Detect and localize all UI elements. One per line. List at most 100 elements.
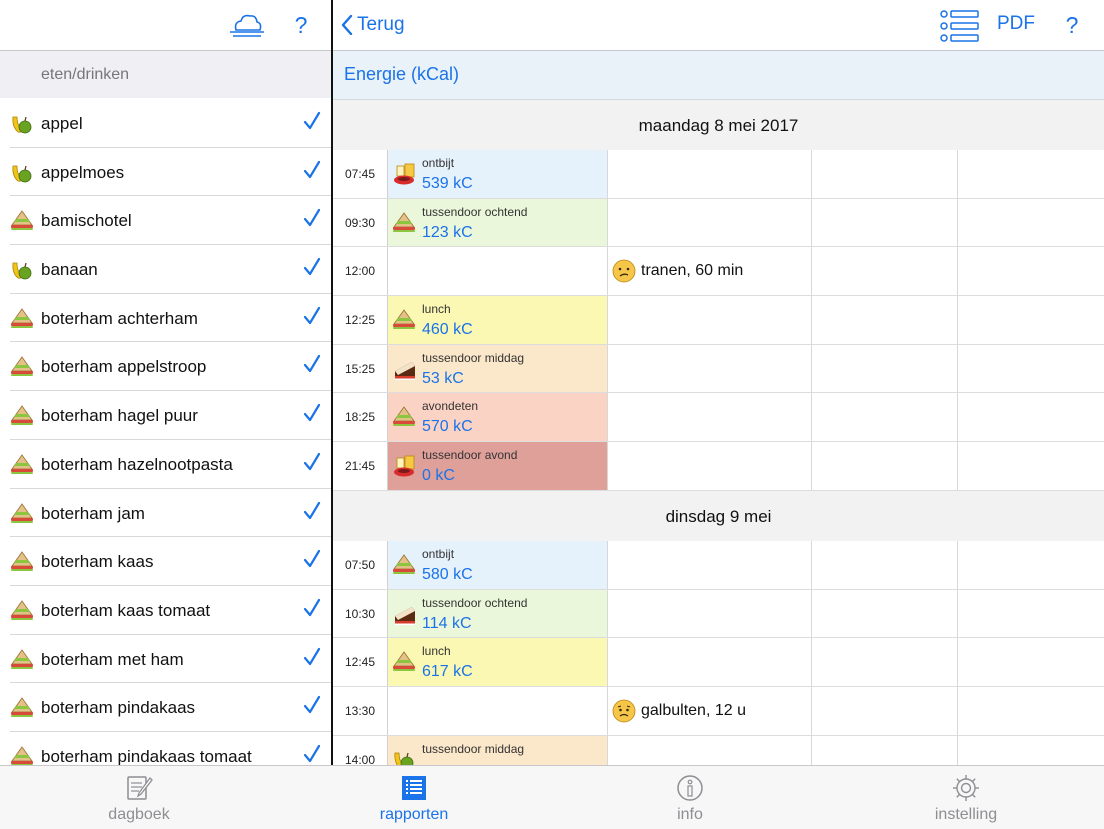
meal-label: tussendoor avond bbox=[422, 448, 518, 463]
report-entry-row[interactable]: 13:30 galbulten, 12 u bbox=[333, 686, 1104, 736]
checkmark-icon bbox=[303, 257, 321, 277]
sandwich-icon bbox=[10, 306, 34, 330]
meal-cell[interactable]: tussendoor ochtend 114 kC bbox=[387, 589, 607, 638]
sandwich-icon bbox=[392, 307, 418, 333]
list-item-label: boterham hagel puur bbox=[41, 406, 198, 426]
checkmark-icon bbox=[303, 111, 321, 131]
report-entry-row[interactable]: 12:25 lunch 460 kC bbox=[333, 296, 1104, 345]
report-entry-row[interactable]: 15:25 tussendoor middag 53 kC bbox=[333, 344, 1104, 394]
tab-dagboek[interactable]: dagboek bbox=[59, 766, 219, 829]
list-item[interactable]: boterham achterham bbox=[10, 294, 331, 343]
meal-kcal: 123 kC bbox=[422, 223, 473, 241]
checkmark-icon bbox=[303, 306, 321, 326]
symptom-label: tranen, 60 min bbox=[641, 262, 744, 280]
symptom-cell[interactable]: tranen, 60 min bbox=[607, 247, 812, 296]
empty-cell bbox=[957, 638, 1104, 686]
report-entry-row[interactable]: 07:45 ontbijt 539 kC bbox=[333, 150, 1104, 199]
help-button-right[interactable]: ? bbox=[1060, 11, 1084, 39]
tab-info[interactable]: info bbox=[610, 766, 770, 829]
food-panel: ? eten/drinken appel appelmoes bamischotel… bbox=[0, 0, 331, 765]
list-item[interactable]: banaan bbox=[10, 245, 331, 294]
checkmark-icon bbox=[303, 160, 321, 180]
entry-time: 15:25 bbox=[344, 361, 376, 376]
pdf-button[interactable]: PDF bbox=[997, 13, 1035, 35]
section-header: eten/drinken bbox=[0, 51, 331, 98]
list-item-label: boterham pindakaas bbox=[41, 698, 196, 718]
checkmark-icon bbox=[303, 501, 321, 521]
report-entry-row[interactable]: 18:25 avondeten 570 kC bbox=[333, 393, 1104, 443]
symptom-cell[interactable]: galbulten, 12 u bbox=[607, 686, 812, 735]
report-entry-row[interactable]: 12:45 lunch 617 kC bbox=[333, 638, 1104, 687]
list-item[interactable]: bamischotel bbox=[10, 196, 331, 246]
list-item-label: boterham appelstroop bbox=[41, 357, 207, 377]
breakfast-icon bbox=[392, 161, 418, 187]
list-item-label: appel bbox=[41, 114, 83, 133]
tab-label: instelling bbox=[934, 806, 998, 823]
report-entry-row[interactable]: 09:30 tussendoor ochtend 123 kC bbox=[333, 198, 1104, 248]
help-button[interactable]: ? bbox=[289, 11, 313, 39]
sandwich-icon bbox=[392, 404, 418, 430]
meal-kcal: 580 kC bbox=[422, 565, 473, 583]
meal-cell[interactable]: tussendoor ochtend 123 kC bbox=[387, 198, 607, 247]
meal-label: tussendoor middag bbox=[422, 350, 525, 365]
empty-cell bbox=[811, 344, 958, 393]
list-item[interactable]: boterham met ham bbox=[10, 635, 331, 684]
meal-cell[interactable]: tussendoor middag bbox=[387, 735, 607, 765]
empty-cell bbox=[811, 686, 958, 735]
list-item[interactable]: boterham pindakaas tomaat bbox=[10, 732, 331, 765]
meal-cell bbox=[387, 686, 607, 735]
empty-cell bbox=[957, 686, 1104, 735]
list-item[interactable]: boterham hazelnootpasta bbox=[10, 440, 331, 489]
report-entry-row[interactable]: 14:00 tussendoor middag bbox=[333, 735, 1104, 765]
symptom-label: galbulten, 12 u bbox=[641, 701, 746, 719]
tab-rapporten[interactable]: rapporten bbox=[334, 766, 494, 829]
meal-cell[interactable]: avondeten 570 kC bbox=[387, 393, 607, 442]
meal-cell bbox=[387, 247, 607, 296]
list-item-label: bamischotel bbox=[41, 211, 132, 231]
cloud-sync-button[interactable] bbox=[226, 10, 266, 40]
meal-kcal: 539 kC bbox=[422, 175, 473, 192]
metric-title: Energie (kCal) bbox=[344, 64, 460, 84]
report-entry-row[interactable]: 07:50 ontbijt 580 kC bbox=[333, 540, 1104, 590]
list-item[interactable]: boterham appelstroop bbox=[10, 342, 331, 392]
meal-cell[interactable]: ontbijt 539 kC bbox=[387, 150, 607, 198]
fruit-icon bbox=[10, 257, 34, 281]
entry-time: 09:30 bbox=[344, 215, 376, 230]
meal-kcal: 0 kC bbox=[422, 467, 455, 485]
meal-cell[interactable]: tussendoor avond 0 kC bbox=[387, 442, 607, 490]
list-item[interactable]: appelmoes bbox=[10, 148, 331, 197]
list-item[interactable]: boterham kaas bbox=[10, 537, 331, 586]
sandwich-icon bbox=[10, 647, 34, 671]
chevron-left-icon bbox=[341, 15, 353, 35]
symptom-cell bbox=[607, 198, 812, 247]
report-entry-row[interactable]: 21:45 tussendoor avond 0 kC bbox=[333, 442, 1104, 491]
checkmark-icon bbox=[303, 354, 321, 374]
tab-instelling[interactable]: instelling bbox=[886, 766, 1046, 829]
meal-label: ontbijt bbox=[422, 546, 455, 561]
metric-header[interactable]: Energie (kCal) bbox=[333, 51, 1104, 100]
checkmark-icon bbox=[303, 598, 321, 618]
entry-time: 14:00 bbox=[344, 752, 376, 765]
list-item[interactable]: boterham hagel puur bbox=[10, 391, 331, 440]
meal-cell[interactable]: lunch 617 kC bbox=[387, 638, 607, 686]
meal-cell[interactable]: tussendoor middag 53 kC bbox=[387, 344, 607, 393]
report-entry-row[interactable]: 10:30 tussendoor ochtend 114 kC bbox=[333, 589, 1104, 639]
list-view-button[interactable] bbox=[939, 10, 979, 42]
day-header: dinsdag 9 mei bbox=[333, 490, 1104, 541]
meal-cell[interactable]: ontbijt 580 kC bbox=[387, 540, 607, 589]
list-item[interactable]: appel bbox=[10, 99, 331, 148]
sandwich-icon bbox=[392, 649, 418, 675]
empty-cell bbox=[811, 150, 958, 198]
list-item[interactable]: boterham pindakaas bbox=[10, 683, 331, 732]
tab-label: info bbox=[677, 806, 703, 823]
empty-cell bbox=[957, 198, 1104, 247]
list-item[interactable]: boterham kaas tomaat bbox=[10, 586, 331, 635]
day-header: maandag 8 mei 2017 bbox=[333, 100, 1104, 150]
cake-icon bbox=[392, 356, 418, 382]
symptom-cell bbox=[607, 344, 812, 393]
checkmark-icon bbox=[303, 549, 321, 569]
meal-cell[interactable]: lunch 460 kC bbox=[387, 296, 607, 344]
symptom-cell bbox=[607, 442, 812, 490]
report-entry-row[interactable]: 12:00 tranen, 60 min bbox=[333, 247, 1104, 297]
list-item[interactable]: boterham jam bbox=[10, 489, 331, 538]
